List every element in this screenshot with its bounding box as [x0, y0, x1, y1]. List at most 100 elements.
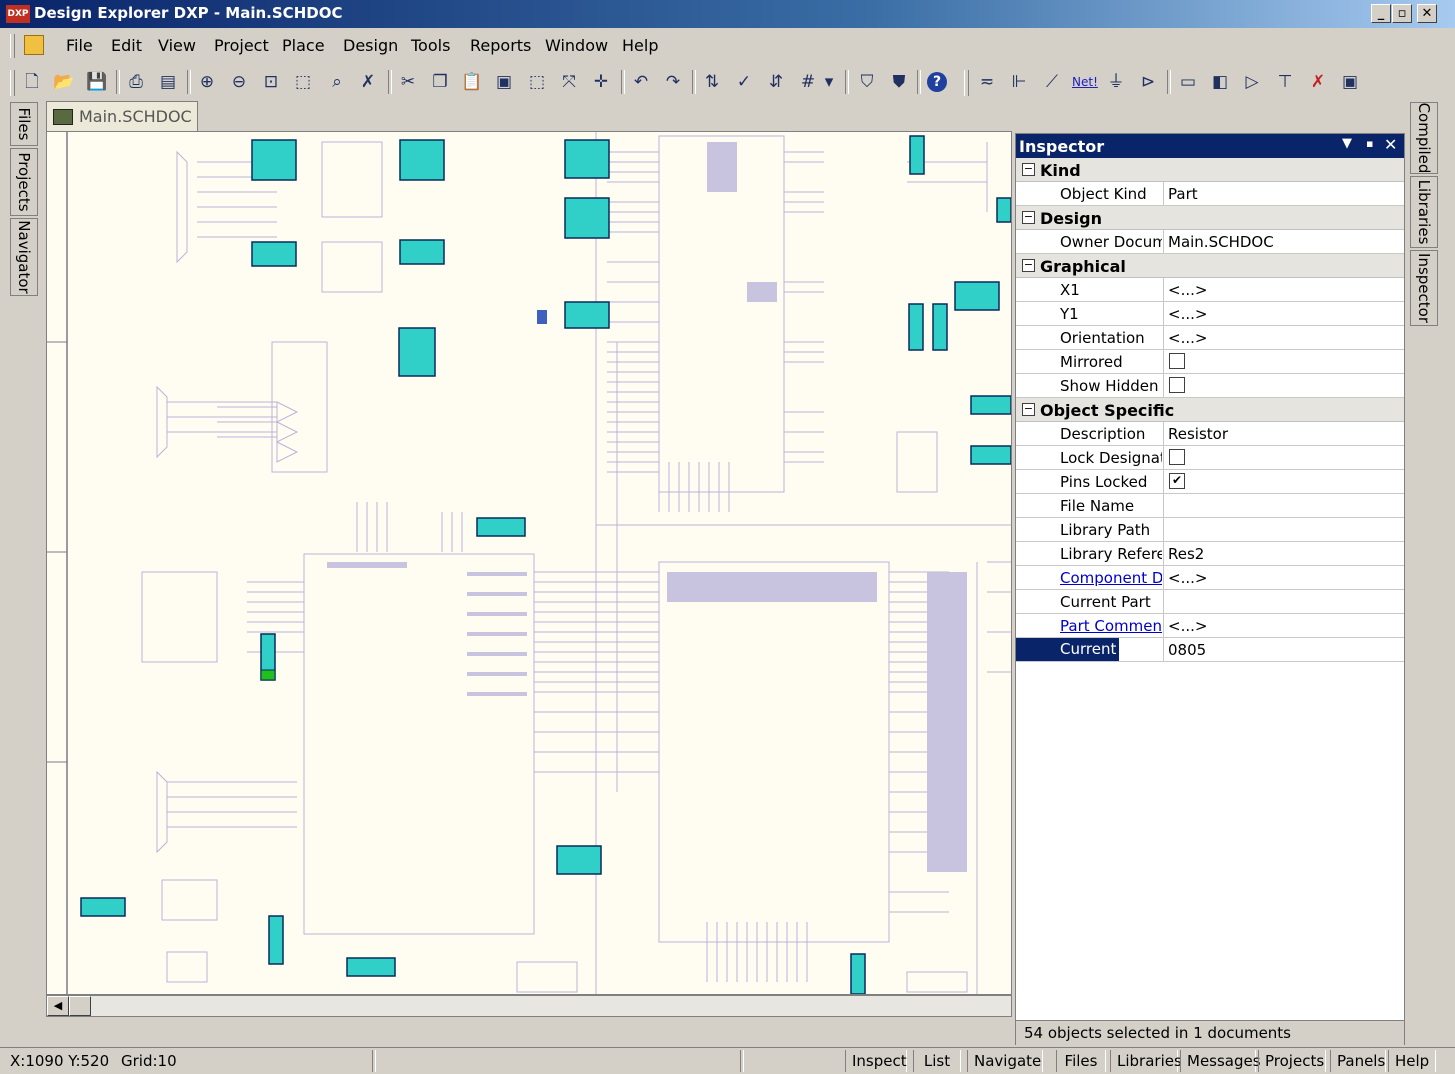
- status-help-button[interactable]: Help: [1388, 1050, 1436, 1072]
- lock-designator-checkbox[interactable]: [1169, 449, 1185, 465]
- menu-edit[interactable]: Edit: [111, 36, 142, 55]
- left-tab-navigator[interactable]: Navigator: [10, 218, 38, 296]
- group-kind[interactable]: − Kind: [1016, 158, 1404, 182]
- menu-place[interactable]: Place: [282, 36, 325, 55]
- right-tab-compiled[interactable]: Compiled: [1410, 102, 1438, 174]
- zoom-in-icon[interactable]: ⊕: [195, 70, 219, 94]
- status-projects-button[interactable]: Projects: [1258, 1050, 1326, 1072]
- print-icon[interactable]: ⎙: [124, 70, 148, 94]
- print-preview-icon[interactable]: ▤: [156, 70, 180, 94]
- junction-icon[interactable]: ⊤: [1273, 70, 1297, 94]
- scroll-thumb[interactable]: [69, 996, 91, 1016]
- document-menu-icon[interactable]: [24, 35, 44, 55]
- sheet-symbol-icon[interactable]: ▭: [1176, 70, 1200, 94]
- toolbar-grip[interactable]: [10, 70, 15, 96]
- left-tab-projects[interactable]: Projects: [10, 148, 38, 216]
- menu-view[interactable]: View: [158, 36, 196, 55]
- bus-entry-icon[interactable]: ⟋: [1040, 70, 1064, 94]
- row-mirrored[interactable]: Mirrored: [1016, 350, 1404, 374]
- open-folder-icon[interactable]: 📂: [52, 70, 76, 94]
- redo-icon[interactable]: ↷: [661, 70, 685, 94]
- document-tab[interactable]: Main.SCHDOC: [46, 101, 198, 131]
- left-tab-files[interactable]: Files: [10, 102, 38, 146]
- pins-locked-checkbox[interactable]: ✔: [1169, 473, 1185, 489]
- show-hidden-pins-checkbox[interactable]: [1169, 377, 1185, 393]
- dropdown-icon[interactable]: ▾: [822, 70, 836, 94]
- undo-icon[interactable]: ↶: [629, 70, 653, 94]
- schematic-canvas[interactable]: [46, 131, 1012, 995]
- zoom-area-icon[interactable]: ⬚: [291, 70, 315, 94]
- help-icon[interactable]: ?: [925, 70, 949, 94]
- minimize-button[interactable]: _: [1371, 4, 1391, 23]
- row-component-designator[interactable]: Component Designator<...>: [1016, 566, 1404, 590]
- row-current-part[interactable]: Current Part: [1016, 590, 1404, 614]
- toolbar-grip[interactable]: [964, 70, 969, 96]
- mask-icon[interactable]: ⛊: [887, 70, 911, 94]
- row-library-reference[interactable]: Library ReferenceRes2: [1016, 542, 1404, 566]
- status-messages-button[interactable]: Messages: [1180, 1050, 1261, 1072]
- row-object-kind[interactable]: Object Kind Part: [1016, 182, 1404, 206]
- zoom-out-icon[interactable]: ⊖: [227, 70, 251, 94]
- mirrored-checkbox[interactable]: [1169, 353, 1185, 369]
- zoom-selected-icon[interactable]: ⌕: [325, 70, 349, 94]
- menu-design[interactable]: Design: [343, 36, 398, 55]
- part-comment-link[interactable]: Part Comment: [1060, 617, 1162, 635]
- right-tab-inspector[interactable]: Inspector: [1410, 250, 1438, 326]
- restore-button[interactable]: ▫: [1392, 4, 1412, 23]
- rubber-stamp-icon[interactable]: ▣: [492, 70, 516, 94]
- status-panels-button[interactable]: Panels: [1330, 1050, 1386, 1072]
- pcb-layout-icon[interactable]: ▣: [1338, 70, 1362, 94]
- net-label-icon[interactable]: Net!: [1072, 70, 1098, 94]
- device-sheet-icon[interactable]: ▷: [1240, 70, 1264, 94]
- power-port-icon[interactable]: ⏚: [1104, 70, 1128, 94]
- status-inspect-button[interactable]: Inspect: [845, 1050, 907, 1072]
- group-object-specific[interactable]: − Object Specific: [1016, 398, 1404, 422]
- status-navigate-button[interactable]: Navigate: [967, 1050, 1043, 1072]
- collapse-icon[interactable]: −: [1022, 163, 1035, 176]
- pin-icon[interactable]: ▪: [1366, 137, 1373, 150]
- row-lock-designator[interactable]: Lock Designator: [1016, 446, 1404, 470]
- menu-help[interactable]: Help: [622, 36, 658, 55]
- paste-icon[interactable]: 📋: [460, 70, 484, 94]
- copy-icon[interactable]: ❐: [428, 70, 452, 94]
- row-owner-document[interactable]: Owner DocumentMain.SCHDOC: [1016, 230, 1404, 254]
- row-orientation[interactable]: Orientation <...>: [1016, 326, 1404, 350]
- panel-close-icon[interactable]: ✕: [1384, 135, 1397, 154]
- cut-icon[interactable]: ✂: [396, 70, 420, 94]
- wire-icon[interactable]: ≂: [975, 70, 999, 94]
- clear-filter-icon[interactable]: ✗: [356, 70, 380, 94]
- no-erc-icon[interactable]: ✗: [1306, 70, 1330, 94]
- hierarchy-icon[interactable]: ⇅: [700, 70, 724, 94]
- row-x1[interactable]: X1 <...>: [1016, 278, 1404, 302]
- cross-probe-icon[interactable]: ✓: [732, 70, 756, 94]
- close-button[interactable]: ✕: [1417, 4, 1437, 23]
- group-design[interactable]: − Design: [1016, 206, 1404, 230]
- status-list-button[interactable]: List: [913, 1050, 961, 1072]
- row-show-hidden-pins[interactable]: Show Hidden Pins: [1016, 374, 1404, 398]
- row-library-path[interactable]: Library Path: [1016, 518, 1404, 542]
- bus-icon[interactable]: ⊩: [1007, 70, 1031, 94]
- zoom-fit-icon[interactable]: ⊡: [259, 70, 283, 94]
- status-files-button[interactable]: Files: [1056, 1050, 1106, 1072]
- menu-project[interactable]: Project: [214, 36, 269, 55]
- new-document-icon[interactable]: 🗋: [20, 70, 44, 94]
- menu-reports[interactable]: Reports: [470, 36, 531, 55]
- horizontal-scrollbar[interactable]: ◀: [46, 995, 1012, 1017]
- row-current-footprint[interactable]: Current Footprint0805: [1016, 638, 1404, 662]
- row-pins-locked[interactable]: Pins Locked ✔: [1016, 470, 1404, 494]
- select-area-icon[interactable]: ⬚: [525, 70, 549, 94]
- collapse-icon[interactable]: −: [1022, 259, 1035, 272]
- row-y1[interactable]: Y1 <...>: [1016, 302, 1404, 326]
- grid-icon[interactable]: #: [796, 70, 820, 94]
- sheet-entry-icon[interactable]: ◧: [1208, 70, 1232, 94]
- menu-window[interactable]: Window: [545, 36, 608, 55]
- menu-file[interactable]: File: [66, 36, 93, 55]
- group-graphical[interactable]: − Graphical: [1016, 254, 1404, 278]
- row-file-name[interactable]: File Name: [1016, 494, 1404, 518]
- deselect-icon[interactable]: ⤧: [557, 70, 581, 94]
- move-icon[interactable]: ✛: [589, 70, 613, 94]
- scroll-left-icon[interactable]: ◀: [47, 996, 69, 1016]
- save-icon[interactable]: 💾: [85, 70, 109, 94]
- collapse-icon[interactable]: −: [1022, 211, 1035, 224]
- panel-menu-icon[interactable]: ▼: [1342, 136, 1352, 151]
